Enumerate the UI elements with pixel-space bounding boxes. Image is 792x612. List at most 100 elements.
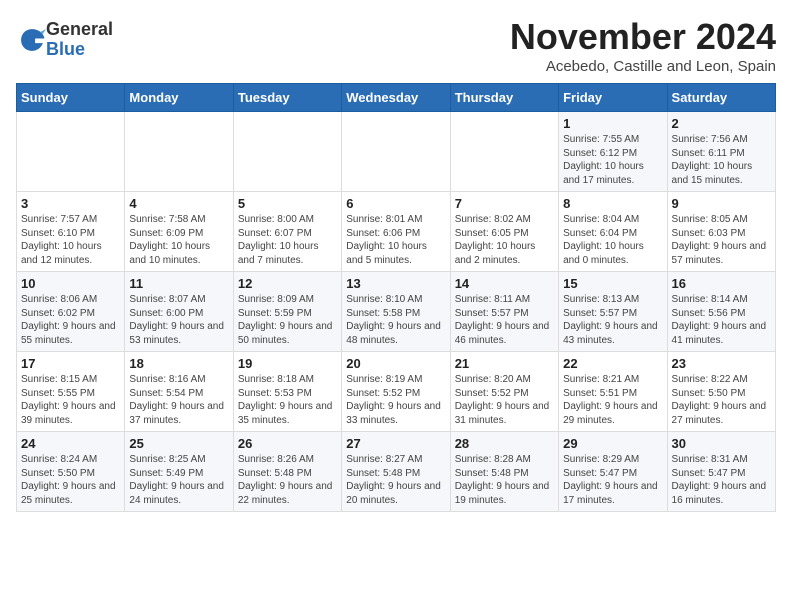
- day-info: Sunrise: 8:25 AM Sunset: 5:49 PM Dayligh…: [129, 453, 228, 507]
- col-thursday: Thursday: [450, 84, 558, 112]
- col-sunday: Sunday: [17, 84, 125, 112]
- logo-general-text: General: [46, 20, 113, 40]
- day-cell: 5Sunrise: 8:00 AM Sunset: 6:07 PM Daylig…: [233, 192, 341, 272]
- day-info: Sunrise: 8:26 AM Sunset: 5:48 PM Dayligh…: [238, 453, 337, 507]
- location-subtitle: Acebedo, Castille and Leon, Spain: [510, 58, 776, 75]
- day-cell: 28 Sunrise: 8:28 AM Sunset: 5:48 PM Dayli…: [450, 432, 558, 512]
- day-number: 28: [455, 436, 554, 451]
- day-cell: 25 Sunrise: 8:25 AM Sunset: 5:49 PM Dayli…: [125, 432, 233, 512]
- day-number: 14: [455, 276, 554, 291]
- day-cell: 6 Sunrise: 8:01 AM Sunset: 6:06 PM Daylig…: [342, 192, 450, 272]
- day-number: 13: [346, 276, 445, 291]
- day-info: Sunrise: 7:58 AM Sunset: 6:09 PM Dayligh…: [129, 213, 228, 267]
- day-cell: [450, 112, 558, 192]
- col-friday: Friday: [559, 84, 667, 112]
- day-cell: 9Sunrise: 8:05 AM Sunset: 6:03 PM Daylig…: [667, 192, 775, 272]
- day-number: 19: [238, 356, 337, 371]
- day-number: 8: [563, 196, 662, 211]
- day-info: Sunrise: 8:11 AM Sunset: 5:57 PM Dayligh…: [455, 293, 554, 347]
- day-info: Sunrise: 8:24 AM Sunset: 5:50 PM Dayligh…: [21, 453, 120, 507]
- day-number: 22: [563, 356, 662, 371]
- header-row: Sunday Monday Tuesday Wednesday Thursday…: [17, 84, 776, 112]
- day-number: 6: [346, 196, 445, 211]
- day-cell: 12 Sunrise: 8:09 AM Sunset: 5:59 PM Dayli…: [233, 272, 341, 352]
- day-cell: [233, 112, 341, 192]
- day-number: 4: [129, 196, 228, 211]
- day-cell: [17, 112, 125, 192]
- logo: General Blue: [16, 20, 113, 60]
- day-number: 30: [672, 436, 771, 451]
- day-info: Sunrise: 8:31 AM Sunset: 5:47 PM Dayligh…: [672, 453, 771, 507]
- day-number: 10: [21, 276, 120, 291]
- day-info: Sunrise: 7:57 AM Sunset: 6:10 PM Dayligh…: [21, 213, 120, 267]
- day-info: Sunrise: 7:55 AM Sunset: 6:12 PM Dayligh…: [563, 133, 662, 187]
- day-info: Sunrise: 8:09 AM Sunset: 5:59 PM Dayligh…: [238, 293, 337, 347]
- day-cell: 24 Sunrise: 8:24 AM Sunset: 5:50 PM Dayli…: [17, 432, 125, 512]
- logo-blue-text: Blue: [46, 40, 113, 60]
- day-info: Sunrise: 8:29 AM Sunset: 5:47 PM Dayligh…: [563, 453, 662, 507]
- title-area: November 2024 Acebedo, Castille and Leon…: [510, 16, 776, 75]
- col-wednesday: Wednesday: [342, 84, 450, 112]
- col-tuesday: Tuesday: [233, 84, 341, 112]
- day-number: 25: [129, 436, 228, 451]
- day-info: Sunrise: 8:07 AM Sunset: 6:00 PM Dayligh…: [129, 293, 228, 347]
- day-number: 17: [21, 356, 120, 371]
- day-info: Sunrise: 7:56 AM Sunset: 6:11 PM Dayligh…: [672, 133, 771, 187]
- day-info: Sunrise: 8:28 AM Sunset: 5:48 PM Dayligh…: [455, 453, 554, 507]
- day-cell: 15 Sunrise: 8:13 AM Sunset: 5:57 PM Dayli…: [559, 272, 667, 352]
- day-cell: 13 Sunrise: 8:10 AM Sunset: 5:58 PM Dayli…: [342, 272, 450, 352]
- day-cell: 8 Sunrise: 8:04 AM Sunset: 6:04 PM Daylig…: [559, 192, 667, 272]
- day-cell: 7Sunrise: 8:02 AM Sunset: 6:05 PM Daylig…: [450, 192, 558, 272]
- month-title: November 2024: [510, 16, 776, 58]
- day-info: Sunrise: 8:02 AM Sunset: 6:05 PM Dayligh…: [455, 213, 554, 267]
- day-info: Sunrise: 8:19 AM Sunset: 5:52 PM Dayligh…: [346, 373, 445, 427]
- calendar-table: Sunday Monday Tuesday Wednesday Thursday…: [16, 83, 776, 512]
- week-row-3: 17 Sunrise: 8:15 AM Sunset: 5:55 PM Dayli…: [17, 352, 776, 432]
- day-number: 12: [238, 276, 337, 291]
- col-monday: Monday: [125, 84, 233, 112]
- day-info: Sunrise: 8:10 AM Sunset: 5:58 PM Dayligh…: [346, 293, 445, 347]
- day-cell: 29Sunrise: 8:29 AM Sunset: 5:47 PM Dayli…: [559, 432, 667, 512]
- week-row-2: 10 Sunrise: 8:06 AM Sunset: 6:02 PM Dayli…: [17, 272, 776, 352]
- logo-text: General Blue: [46, 20, 113, 60]
- day-cell: 1 Sunrise: 7:55 AM Sunset: 6:12 PM Daylig…: [559, 112, 667, 192]
- day-cell: 20 Sunrise: 8:19 AM Sunset: 5:52 PM Dayli…: [342, 352, 450, 432]
- day-info: Sunrise: 8:20 AM Sunset: 5:52 PM Dayligh…: [455, 373, 554, 427]
- week-row-1: 3 Sunrise: 7:57 AM Sunset: 6:10 PM Daylig…: [17, 192, 776, 272]
- day-cell: 3 Sunrise: 7:57 AM Sunset: 6:10 PM Daylig…: [17, 192, 125, 272]
- day-cell: 17 Sunrise: 8:15 AM Sunset: 5:55 PM Dayli…: [17, 352, 125, 432]
- day-info: Sunrise: 8:27 AM Sunset: 5:48 PM Dayligh…: [346, 453, 445, 507]
- day-number: 15: [563, 276, 662, 291]
- day-number: 26: [238, 436, 337, 451]
- day-info: Sunrise: 8:01 AM Sunset: 6:06 PM Dayligh…: [346, 213, 445, 267]
- day-cell: [125, 112, 233, 192]
- day-number: 27: [346, 436, 445, 451]
- day-cell: 2 Sunrise: 7:56 AM Sunset: 6:11 PM Daylig…: [667, 112, 775, 192]
- day-info: Sunrise: 8:05 AM Sunset: 6:03 PM Dayligh…: [672, 213, 771, 267]
- day-cell: 19Sunrise: 8:18 AM Sunset: 5:53 PM Dayli…: [233, 352, 341, 432]
- day-number: 20: [346, 356, 445, 371]
- day-cell: 23Sunrise: 8:22 AM Sunset: 5:50 PM Dayli…: [667, 352, 775, 432]
- day-cell: 11 Sunrise: 8:07 AM Sunset: 6:00 PM Dayli…: [125, 272, 233, 352]
- day-info: Sunrise: 8:16 AM Sunset: 5:54 PM Dayligh…: [129, 373, 228, 427]
- day-info: Sunrise: 8:06 AM Sunset: 6:02 PM Dayligh…: [21, 293, 120, 347]
- day-number: 23: [672, 356, 771, 371]
- week-row-4: 24 Sunrise: 8:24 AM Sunset: 5:50 PM Dayli…: [17, 432, 776, 512]
- day-info: Sunrise: 8:15 AM Sunset: 5:55 PM Dayligh…: [21, 373, 120, 427]
- day-cell: [342, 112, 450, 192]
- day-cell: 14 Sunrise: 8:11 AM Sunset: 5:57 PM Dayli…: [450, 272, 558, 352]
- day-number: 11: [129, 276, 228, 291]
- day-info: Sunrise: 8:04 AM Sunset: 6:04 PM Dayligh…: [563, 213, 662, 267]
- day-info: Sunrise: 8:21 AM Sunset: 5:51 PM Dayligh…: [563, 373, 662, 427]
- day-number: 21: [455, 356, 554, 371]
- day-number: 2: [672, 116, 771, 131]
- day-cell: 26 Sunrise: 8:26 AM Sunset: 5:48 PM Dayli…: [233, 432, 341, 512]
- day-cell: 10 Sunrise: 8:06 AM Sunset: 6:02 PM Dayli…: [17, 272, 125, 352]
- day-number: 3: [21, 196, 120, 211]
- day-info: Sunrise: 8:14 AM Sunset: 5:56 PM Dayligh…: [672, 293, 771, 347]
- day-cell: 21 Sunrise: 8:20 AM Sunset: 5:52 PM Dayli…: [450, 352, 558, 432]
- day-cell: 18Sunrise: 8:16 AM Sunset: 5:54 PM Dayli…: [125, 352, 233, 432]
- day-number: 1: [563, 116, 662, 131]
- day-number: 24: [21, 436, 120, 451]
- day-info: Sunrise: 8:13 AM Sunset: 5:57 PM Dayligh…: [563, 293, 662, 347]
